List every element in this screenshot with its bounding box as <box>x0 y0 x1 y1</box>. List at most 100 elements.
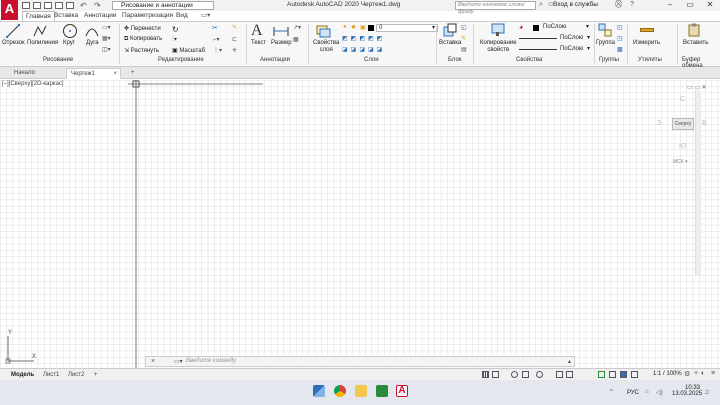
app-menu-button[interactable]: A <box>1 0 18 20</box>
text-button[interactable]: Текст <box>251 40 266 46</box>
new-icon[interactable] <box>22 2 30 9</box>
isolate-icon[interactable]: ◐ <box>701 370 705 377</box>
linetype-select[interactable]: ПоСлою ▾ <box>560 46 592 54</box>
ortho-icon[interactable] <box>511 371 518 378</box>
command-close-icon[interactable]: × <box>151 358 155 365</box>
tab-view[interactable]: Вид <box>173 11 191 21</box>
transparency-icon[interactable] <box>566 371 573 378</box>
plus-icon[interactable]: + <box>694 370 698 377</box>
tab-more-icon[interactable]: ▭▾ <box>198 11 213 21</box>
hamburger-menu-icon[interactable]: ≡ <box>711 370 715 377</box>
line-button[interactable]: Отрезок <box>2 40 25 46</box>
notification-bell-icon[interactable]: ♫ <box>704 389 709 396</box>
scale-button[interactable]: ▣ Масштаб <box>172 47 205 54</box>
settings-gear-icon[interactable]: ⚙ <box>684 370 690 378</box>
rectangle-icon[interactable]: ▭▾ <box>102 24 111 31</box>
tab-parametric[interactable]: Параметризация <box>119 11 176 21</box>
lineweight-toggle-icon[interactable] <box>556 371 563 378</box>
layer-select[interactable]: 0 ▾ <box>376 24 438 32</box>
layer-tools-row-2[interactable]: ◪◪◪◪◪ <box>342 46 385 53</box>
grid-icon[interactable] <box>482 371 489 378</box>
tab-insert[interactable]: Вставка <box>51 11 81 21</box>
panel-groups-label[interactable]: Группы <box>599 57 619 63</box>
chrome-icon[interactable] <box>334 385 346 397</box>
tab-start[interactable]: Начало <box>10 68 65 79</box>
group-edit-icon[interactable]: ◳ <box>617 35 623 42</box>
print-icon[interactable] <box>66 2 74 9</box>
autocad-taskbar-icon[interactable]: A <box>396 385 408 397</box>
group-select-icon[interactable]: ▩ <box>617 46 623 53</box>
minimize-button[interactable]: – <box>660 0 680 11</box>
tab-annotate[interactable]: Аннотации <box>81 11 120 21</box>
polyline-icon[interactable] <box>33 24 47 38</box>
search-input[interactable]: Введите ключевое слово/фразу <box>455 1 536 15</box>
open-icon[interactable] <box>33 2 41 9</box>
measure-button[interactable]: Измерить <box>633 40 660 46</box>
clock[interactable]: 10:33 13.03.2025 <box>672 385 702 397</box>
ungroup-icon[interactable]: ◰ <box>617 24 623 31</box>
text-icon[interactable]: A <box>251 22 263 40</box>
polyline-button[interactable]: Полилиния <box>27 40 58 46</box>
circle-button[interactable]: Круг <box>63 40 75 46</box>
group-button[interactable]: Группа <box>596 40 615 46</box>
close-button[interactable]: ✕ <box>700 0 720 11</box>
new-tab-button[interactable]: + <box>127 68 135 79</box>
mirror-icon[interactable]: ⫶▾ <box>172 36 177 44</box>
viewport-controls[interactable]: [–][Сверху][2D-каркас] <box>2 81 64 87</box>
panel-properties-label[interactable]: Свойства <box>516 57 542 63</box>
array-icon[interactable]: ⋮▾ <box>213 47 222 54</box>
polar-icon[interactable] <box>522 371 529 378</box>
login-button[interactable]: Вход в службы <box>553 1 598 8</box>
new-layout-button[interactable]: + <box>91 370 101 380</box>
viewport-restore-icon[interactable]: ▭ ▭ ✕ <box>687 84 707 91</box>
snap-icon[interactable] <box>492 371 499 378</box>
maximize-button[interactable]: ▭ <box>680 0 700 11</box>
erase-icon[interactable]: ✎ <box>232 24 237 31</box>
command-history-icon[interactable]: ▴ <box>568 358 571 365</box>
gradient-icon[interactable]: ◫▾ <box>102 46 111 53</box>
paste-icon[interactable] <box>688 23 700 37</box>
viewcube-west[interactable]: З <box>657 120 661 127</box>
panel-layers-label[interactable]: Слои <box>364 57 379 63</box>
redo-icon[interactable]: ↷ <box>94 1 101 10</box>
offset-icon[interactable]: ⊏ <box>232 36 237 43</box>
insert-block-icon[interactable] <box>443 23 457 37</box>
navigation-bar[interactable] <box>695 90 701 275</box>
insert-block-button[interactable]: Вставка <box>439 40 461 46</box>
fillet-icon[interactable]: ⌐▾ <box>213 36 220 43</box>
viewcube-north[interactable]: С <box>680 96 685 103</box>
stretch-button[interactable]: ⇲ Растянуть <box>124 47 159 54</box>
create-block-icon[interactable]: ◱ <box>461 24 467 31</box>
tab-sheet1[interactable]: Лист1 <box>40 370 62 380</box>
close-icon[interactable]: × <box>113 69 117 79</box>
drawing-canvas[interactable] <box>0 80 720 368</box>
tray-chevron-icon[interactable]: ^ <box>610 389 613 395</box>
tab-home[interactable]: Главная <box>22 11 55 21</box>
cart-icon[interactable]: ⛒ <box>615 1 622 9</box>
undo-icon[interactable]: ↶ <box>80 1 87 10</box>
color-select[interactable]: ПоСлою ▾ <box>543 24 591 32</box>
viewcube-east[interactable]: В <box>702 120 707 127</box>
arc-button[interactable]: Дуга <box>86 40 99 46</box>
panel-draw-label[interactable]: Рисование <box>43 57 73 63</box>
layer-properties-icon[interactable] <box>316 24 332 38</box>
match-properties-button[interactable]: Копирование свойств <box>480 40 517 54</box>
leader-icon[interactable]: ↗▾ <box>293 24 301 31</box>
edit-block-icon[interactable]: ✎ <box>461 35 466 42</box>
group-icon[interactable] <box>598 23 612 37</box>
attribute-icon[interactable]: ▤ <box>461 46 467 53</box>
table-icon[interactable]: ▦ <box>293 36 299 43</box>
volume-icon[interactable]: ◁) <box>656 389 663 396</box>
panel-block-label[interactable]: Блок <box>448 57 461 63</box>
layer-tools-row-1[interactable]: ◩◩◩◩◩ <box>342 35 385 42</box>
rotate-icon[interactable]: ↻ <box>172 25 179 34</box>
tab-sheet2[interactable]: Лист2 <box>65 370 87 380</box>
save-as-icon[interactable] <box>55 2 63 9</box>
layer-properties-button[interactable]: Свойства слоя <box>313 40 339 54</box>
network-icon[interactable]: ⌂ <box>645 389 649 395</box>
spreadsheet-icon[interactable] <box>376 385 388 397</box>
copy-button[interactable]: ⧉ Копировать <box>124 36 162 43</box>
language-indicator[interactable]: РУС <box>627 390 639 396</box>
explode-icon[interactable]: ✳ <box>232 47 237 54</box>
annotation-icon[interactable] <box>609 371 616 378</box>
